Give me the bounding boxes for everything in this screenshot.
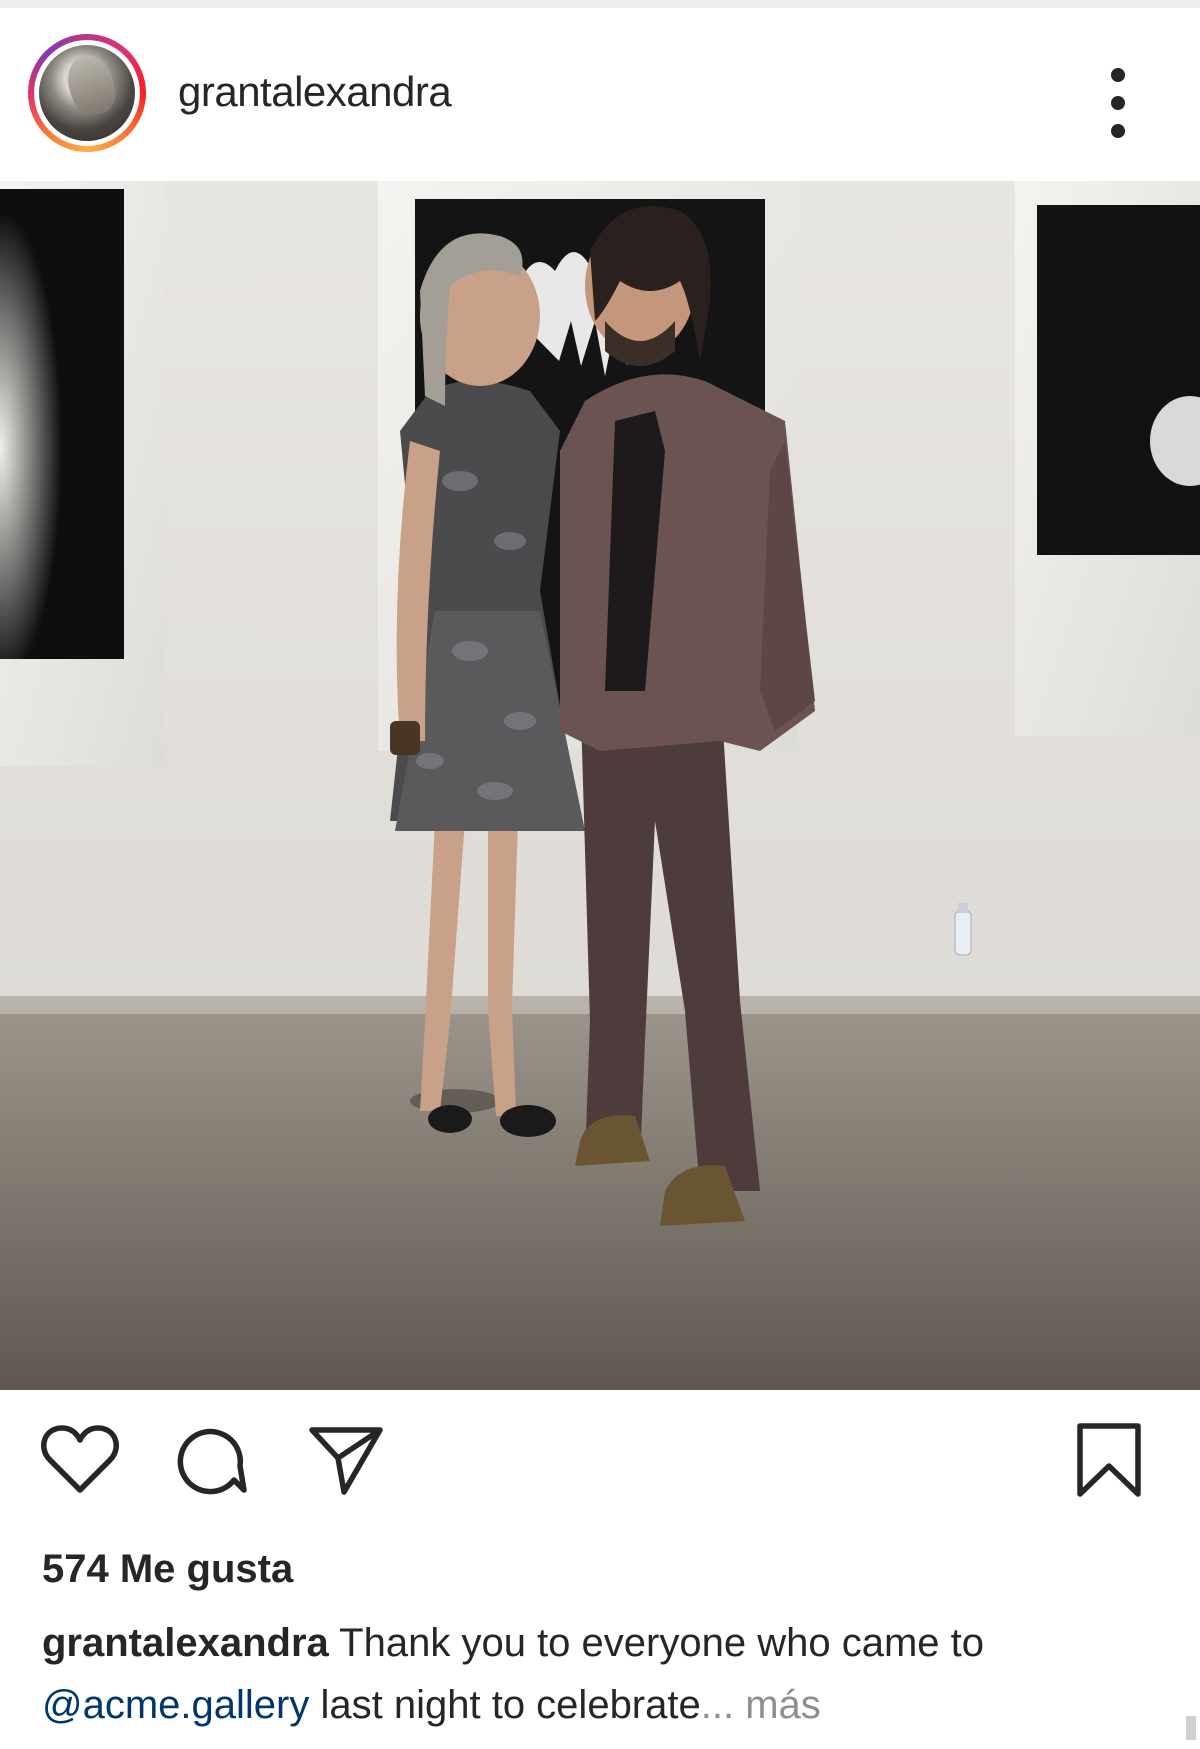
caption-text-line1: Thank you to everyone who came to <box>339 1621 984 1665</box>
avatar <box>39 45 135 141</box>
caption-username[interactable]: grantalexandra <box>42 1621 329 1665</box>
caption-more-link[interactable]: más <box>745 1683 821 1727</box>
more-options-icon[interactable] <box>1098 64 1138 144</box>
action-bar <box>0 1410 1200 1520</box>
top-divider <box>0 0 1200 8</box>
avatar-story-ring[interactable] <box>28 34 146 152</box>
comment-icon[interactable] <box>174 1422 250 1498</box>
scroll-indicator <box>1186 1716 1196 1740</box>
post-photo[interactable] <box>0 181 1200 1390</box>
paper-plane-icon[interactable] <box>306 1422 386 1498</box>
post-header: grantalexandra <box>0 20 1200 170</box>
caption-ellipsis: ... <box>700 1683 735 1727</box>
post-caption: grantalexandra Thank you to everyone who… <box>42 1612 1172 1736</box>
caption-text-line2: last night to celebrate <box>320 1683 701 1727</box>
post-username[interactable]: grantalexandra <box>178 68 452 116</box>
bookmark-icon[interactable] <box>1074 1420 1144 1500</box>
photo-image <box>0 181 1200 1390</box>
heart-icon[interactable] <box>40 1422 120 1496</box>
likes-count[interactable]: 574 Me gusta <box>42 1547 293 1592</box>
caption-mention-link[interactable]: @acme.gallery <box>42 1683 309 1727</box>
